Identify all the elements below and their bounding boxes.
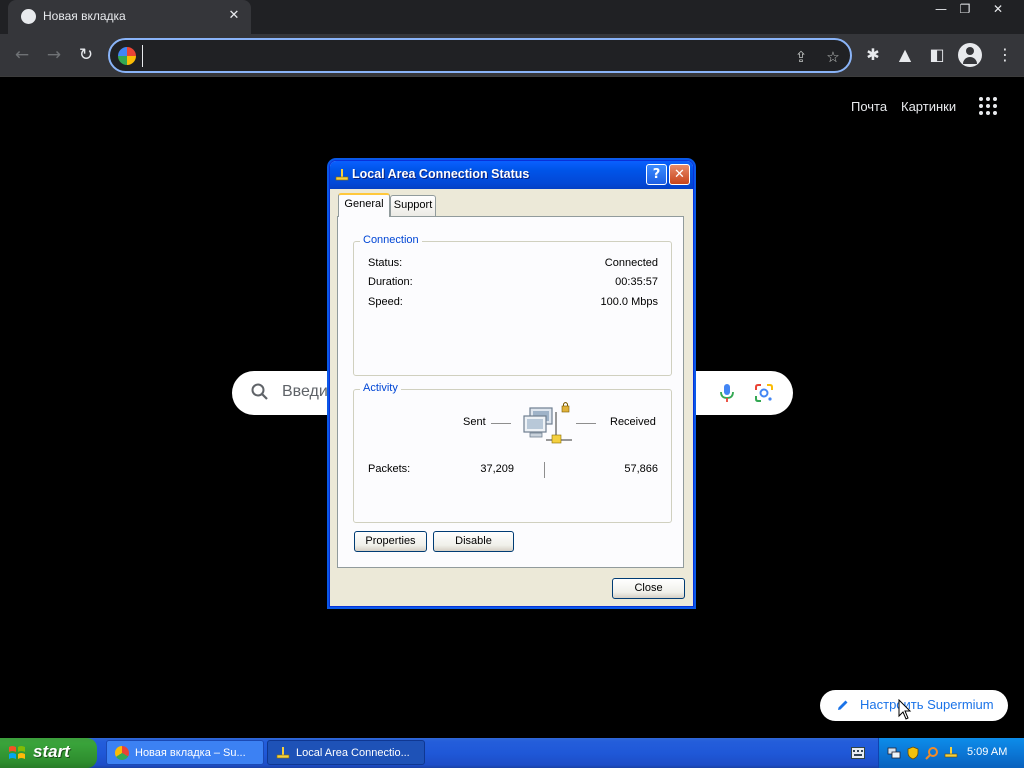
system-tray: 5:09 AM <box>878 738 1024 768</box>
status-label: Status: <box>368 257 403 269</box>
address-input[interactable] <box>142 45 782 67</box>
microphone-icon[interactable] <box>717 382 737 404</box>
browser-tab[interactable]: Новая вкладка ✕ <box>8 0 251 34</box>
network-activity-icon <box>523 402 572 444</box>
network-connection-icon <box>335 169 349 181</box>
taskbar-item-connection-status[interactable]: Local Area Connectio... <box>267 740 425 765</box>
share-icon[interactable]: ⇪ <box>790 46 812 68</box>
clock: 5:09 AM <box>967 746 1008 758</box>
security-shield-icon[interactable] <box>906 746 920 760</box>
address-bar[interactable]: ⇪ ☆ <box>108 38 852 73</box>
connection-status-dialog: Local Area Connection Status ? ✕ General… <box>329 160 694 607</box>
help-button[interactable]: ? <box>646 164 667 185</box>
labs-flask-icon[interactable]: ▲ <box>894 44 916 66</box>
taskbar-item-browser[interactable]: Новая вкладка – Su... <box>106 740 264 765</box>
menu-kebab-icon[interactable]: ⋮ <box>994 44 1016 66</box>
received-label: Received <box>610 416 656 428</box>
start-button[interactable]: start <box>0 738 97 768</box>
browser-app-icon <box>115 746 129 760</box>
disable-button[interactable]: Disable <box>433 531 514 552</box>
speed-value: 100.0 Mbps <box>600 296 658 308</box>
customize-button[interactable]: Настроить Supermium <box>820 690 1008 721</box>
close-button[interactable]: Close <box>612 578 685 599</box>
properties-button[interactable]: Properties <box>354 531 427 552</box>
tab-close-icon[interactable]: ✕ <box>226 8 242 24</box>
packets-received-value: 57,866 <box>624 463 658 475</box>
activity-group-label: Activity <box>360 382 401 394</box>
sent-label: Sent <box>463 416 486 428</box>
forward-arrow-icon[interactable]: → <box>42 43 66 67</box>
speed-label: Speed: <box>368 296 403 308</box>
mouse-cursor-icon <box>898 699 912 720</box>
general-tab-panel: Connection Status: Connected Duration: 0… <box>337 216 684 568</box>
taskbar: start Новая вкладка – Su... Local Area C… <box>0 738 1024 768</box>
bookmark-star-icon[interactable]: ☆ <box>822 46 844 68</box>
tab-title: Новая вкладка <box>43 9 126 23</box>
keyboard-layout-icon[interactable] <box>851 747 865 759</box>
google-apps-icon[interactable] <box>979 97 1001 119</box>
sent-divider <box>491 423 511 424</box>
packets-label: Packets: <box>368 463 411 475</box>
taskbar-item-label: Новая вкладка – Su... <box>135 747 246 759</box>
window-restore-button[interactable]: ❐ <box>950 0 980 18</box>
received-divider <box>576 423 596 424</box>
images-link[interactable]: Картинки <box>901 99 956 114</box>
packets-divider <box>544 462 545 478</box>
taskbar-item-label: Local Area Connectio... <box>296 747 410 759</box>
network-activity-tray-icon[interactable] <box>944 746 958 760</box>
activity-group: Activity Sent Received Packets: 37,209 5… <box>353 382 672 523</box>
customize-label: Настроить Supermium <box>860 697 994 712</box>
profile-avatar-icon[interactable] <box>958 43 982 67</box>
status-value: Connected <box>604 257 658 269</box>
browser-toolbar: ← → ↻ ⇪ ☆ ✱ ▲ ◧ ⋮ <box>0 34 1024 77</box>
duration-value: 00:35:57 <box>615 276 658 288</box>
tab-general[interactable]: General <box>338 193 390 217</box>
windows-logo-icon <box>9 746 25 759</box>
tab-strip: Новая вкладка ✕ — ❐ ✕ <box>0 0 1024 34</box>
tab-favicon-icon <box>21 9 36 24</box>
dialog-title-bar[interactable]: Local Area Connection Status ? ✕ <box>330 161 693 189</box>
extensions-puzzle-icon[interactable]: ✱ <box>862 44 884 66</box>
site-info-icon[interactable] <box>118 47 136 65</box>
tab-support[interactable]: Support <box>390 195 436 216</box>
mail-link[interactable]: Почта <box>851 99 887 114</box>
search-tray-icon[interactable] <box>925 746 939 760</box>
reload-icon[interactable]: ↻ <box>74 43 98 67</box>
packets-sent-value: 37,209 <box>480 463 514 475</box>
search-icon <box>251 383 268 400</box>
dialog-title: Local Area Connection Status <box>352 167 530 181</box>
network-connection-icon <box>276 747 290 759</box>
connection-group: Connection Status: Connected Duration: 0… <box>353 234 672 376</box>
window-close-button[interactable]: ✕ <box>983 0 1013 18</box>
search-placeholder: Введи <box>282 383 328 400</box>
side-panel-icon[interactable]: ◧ <box>926 44 948 66</box>
dialog-close-icon[interactable]: ✕ <box>669 164 690 185</box>
back-arrow-icon[interactable]: ← <box>10 43 34 67</box>
duration-label: Duration: <box>368 276 413 288</box>
google-lens-icon[interactable] <box>753 382 775 404</box>
network-tray-icon[interactable] <box>887 746 901 760</box>
connection-group-label: Connection <box>360 234 422 246</box>
start-label: start <box>33 742 70 761</box>
pencil-icon <box>838 700 848 710</box>
